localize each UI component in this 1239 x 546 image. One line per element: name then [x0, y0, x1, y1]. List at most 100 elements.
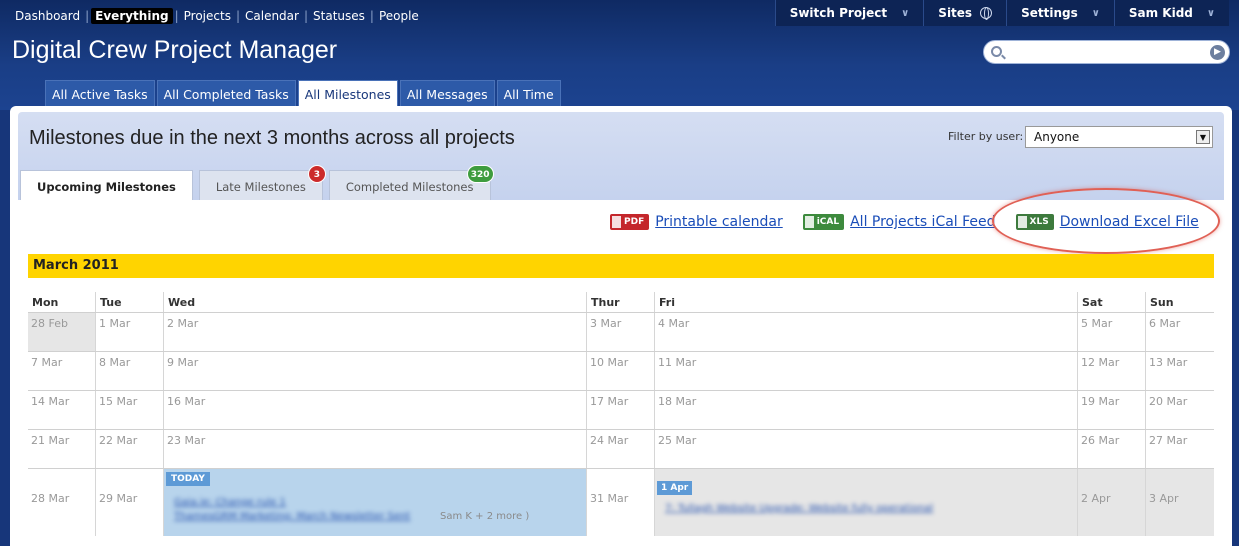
calendar-day[interactable]: 31 Mar — [586, 469, 654, 536]
calendar-day[interactable]: 5 Mar — [1077, 313, 1145, 351]
calendar-day[interactable]: 3 Mar — [586, 313, 654, 351]
milestone-link[interactable]: ThamesGRM Marketing: March Newsletter Se… — [174, 511, 410, 522]
tab-all-active-tasks[interactable]: All Active Tasks — [45, 80, 155, 106]
switch-project-menu[interactable]: Switch Project ∨ — [774, 0, 924, 26]
month-header: March 2011 — [28, 254, 1214, 278]
chevron-down-icon: ∨ — [901, 7, 910, 19]
weekday-label: Fri — [654, 292, 1077, 312]
milestone-link[interactable]: Gaia.ie: Change rule 1 — [174, 497, 286, 508]
ical-icon: iCAL — [802, 214, 845, 230]
nav-calendar[interactable]: Calendar — [242, 8, 302, 24]
right-nav: Switch Project ∨ Sites Settings ∨ Sam Ki… — [774, 0, 1229, 26]
calendar-day[interactable]: 23 Mar — [163, 430, 586, 468]
calendar-day[interactable]: 16 Mar — [163, 391, 586, 429]
calendar-day[interactable]: 25 Mar — [654, 430, 1077, 468]
calendar-day[interactable]: 6 Mar — [1145, 313, 1214, 351]
search-icon — [991, 46, 1002, 57]
filter-label: Filter by user: — [948, 130, 1024, 143]
calendar-day[interactable]: 12 Mar — [1077, 352, 1145, 390]
calendar-day[interactable]: 2 Mar — [163, 313, 586, 351]
calendar-day[interactable]: 28 Feb — [28, 313, 95, 351]
nav-everything[interactable]: Everything — [91, 8, 173, 24]
calendar-day[interactable]: 13 Mar — [1145, 352, 1214, 390]
ical-feed-link[interactable]: All Projects iCal Feed — [850, 214, 995, 230]
tab-all-time[interactable]: All Time — [496, 80, 561, 106]
user-menu[interactable]: Sam Kidd ∨ — [1113, 0, 1229, 26]
milestone-link[interactable]: 7: Tullagh Website Upgrade: Website full… — [665, 503, 933, 514]
calendar-day[interactable]: 20 Mar — [1145, 391, 1214, 429]
subtab-upcoming-milestones[interactable]: Upcoming Milestones — [20, 170, 193, 200]
calendar-day[interactable]: 18 Mar — [654, 391, 1077, 429]
tab-all-milestones[interactable]: All Milestones — [297, 80, 398, 107]
settings-label: Settings — [1021, 6, 1078, 20]
nav-separator: | — [174, 9, 179, 23]
sites-menu[interactable]: Sites — [923, 0, 1006, 26]
tab-all-completed-tasks[interactable]: All Completed Tasks — [156, 80, 296, 106]
calendar-day[interactable]: 4 Mar — [654, 313, 1077, 351]
search-input[interactable] — [1006, 43, 1196, 61]
search-go-icon[interactable]: ▶ — [1210, 45, 1225, 60]
calendar-day-apr-1[interactable]: 1 Apr 7: Tullagh Website Upgrade: Websit… — [654, 469, 1077, 536]
top-header: Dashboard | Everything | Projects | Cale… — [0, 0, 1239, 110]
filter-user-select[interactable]: Anyone ▼ — [1025, 126, 1213, 148]
app-title: Digital Crew Project Manager — [12, 36, 338, 64]
search-box: ▶ — [983, 40, 1230, 64]
late-count-badge: 3 — [307, 165, 326, 183]
calendar-day[interactable]: 17 Mar — [586, 391, 654, 429]
calendar-day[interactable]: 9 Mar — [163, 352, 586, 390]
calendar-day[interactable]: 26 Mar — [1077, 430, 1145, 468]
ical-feed-link-group: iCAL All Projects iCal Feed — [802, 214, 996, 230]
nav-statuses[interactable]: Statuses — [310, 8, 368, 24]
calendar-day[interactable]: 19 Mar — [1077, 391, 1145, 429]
nav-separator: | — [303, 9, 309, 23]
printable-calendar-link[interactable]: Printable calendar — [655, 214, 783, 230]
content-panel: Milestones due in the next 3 months acro… — [10, 106, 1232, 546]
weekday-label: Sun — [1145, 292, 1214, 312]
nav-separator: | — [369, 9, 374, 23]
calendar-day-today[interactable]: TODAY Gaia.ie: Change rule 1 ThamesGRM M… — [163, 469, 586, 536]
page-title: Milestones due in the next 3 months acro… — [29, 127, 515, 149]
nav-separator: | — [85, 9, 90, 23]
subtab-completed-milestones[interactable]: Completed Milestones 320 — [328, 165, 494, 200]
tab-all-messages[interactable]: All Messages — [399, 80, 495, 106]
weekday-label: Sat — [1077, 292, 1145, 312]
calendar-day[interactable]: 11 Mar — [654, 352, 1077, 390]
settings-menu[interactable]: Settings ∨ — [1006, 0, 1114, 26]
user-name: Sam Kidd — [1128, 6, 1193, 20]
today-label: TODAY — [166, 472, 210, 486]
sites-label: Sites — [938, 6, 973, 20]
nav-people[interactable]: People — [376, 8, 422, 24]
subtab-label: Upcoming Milestones — [37, 180, 176, 194]
weekday-label: Tue — [95, 292, 163, 312]
calendar-day[interactable]: 29 Mar — [95, 469, 163, 536]
nav-projects[interactable]: Projects — [181, 8, 234, 24]
subtab-label: Late Milestones — [215, 180, 306, 194]
calendar-day[interactable]: 7 Mar — [28, 352, 95, 390]
printable-calendar-link-group: PDF Printable calendar — [610, 214, 783, 230]
calendar-day[interactable]: 21 Mar — [28, 430, 95, 468]
weekday-label: Wed — [163, 292, 586, 312]
highlight-ellipse — [992, 188, 1220, 254]
calendar-day[interactable]: 3 Apr — [1145, 469, 1214, 536]
top-nav: Dashboard | Everything | Projects | Cale… — [12, 8, 422, 24]
calendar-day[interactable]: 27 Mar — [1145, 430, 1214, 468]
calendar-day[interactable]: 1 Mar — [95, 313, 163, 351]
calendar-day[interactable]: 10 Mar — [586, 352, 654, 390]
calendar-day[interactable]: 28 Mar — [28, 469, 95, 536]
weekday-header: Mon Tue Wed Thur Fri Sat Sun — [28, 292, 1214, 312]
subtab-late-milestones[interactable]: Late Milestones 3 — [198, 165, 326, 200]
calendar-day[interactable]: 24 Mar — [586, 430, 654, 468]
calendar-day[interactable]: 2 Apr — [1077, 469, 1145, 536]
calendar-week: 28 Feb 1 Mar 2 Mar 3 Mar 4 Mar 5 Mar 6 M… — [28, 312, 1214, 351]
calendar-day[interactable]: 14 Mar — [28, 391, 95, 429]
nav-dashboard[interactable]: Dashboard — [12, 8, 83, 24]
calendar-day[interactable]: 15 Mar — [95, 391, 163, 429]
chevron-down-icon: ∨ — [1091, 7, 1100, 19]
calendar-day[interactable]: 22 Mar — [95, 430, 163, 468]
milestone-subtabs: Upcoming Milestones Late Milestones 3 Co… — [20, 165, 497, 200]
calendar-week: 7 Mar 8 Mar 9 Mar 10 Mar 11 Mar 12 Mar 1… — [28, 351, 1214, 390]
more-milestones-text[interactable]: Sam K + 2 more ) — [440, 511, 529, 522]
calendar-week: 28 Mar 29 Mar TODAY Gaia.ie: Change rule… — [28, 468, 1214, 536]
weekday-label: Thur — [586, 292, 654, 312]
calendar-day[interactable]: 8 Mar — [95, 352, 163, 390]
